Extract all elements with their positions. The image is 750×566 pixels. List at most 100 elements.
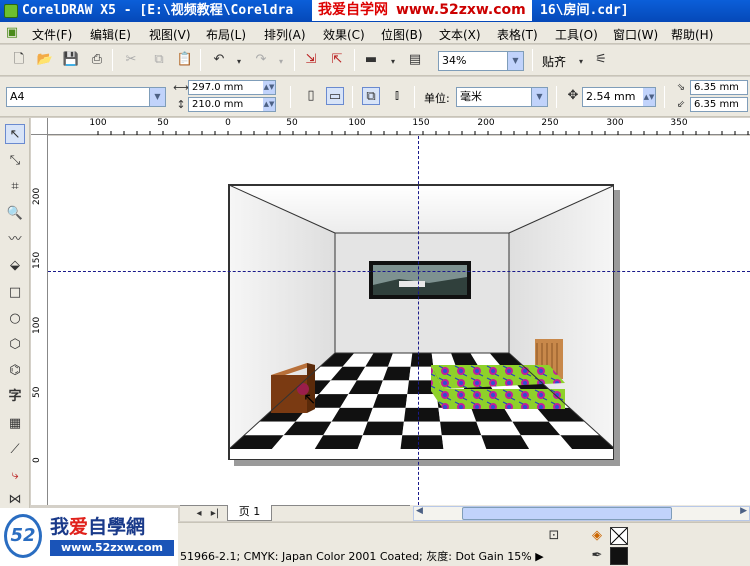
fill-swatch-none[interactable] bbox=[610, 527, 628, 545]
cut-icon[interactable]: ✂ bbox=[122, 51, 140, 69]
text-tool-icon[interactable]: 字 bbox=[5, 387, 25, 407]
menu-edit[interactable]: 编辑(E) bbox=[90, 26, 131, 43]
floor-tile bbox=[440, 421, 482, 436]
menu-table[interactable]: 表格(T) bbox=[497, 26, 538, 43]
horizontal-guideline[interactable] bbox=[48, 271, 750, 272]
tab-page-1[interactable]: 页 1 bbox=[227, 505, 272, 521]
undo-dropdown-icon[interactable]: ▾ bbox=[230, 53, 248, 71]
duplicate-x-value: 6.35 mm bbox=[694, 82, 739, 93]
expand-arrow-icon[interactable]: ▶ bbox=[535, 550, 543, 563]
color-profile-status[interactable]: 51966-2.1; CMYK: Japan Color 2001 Coated… bbox=[180, 548, 544, 564]
landscape-icon[interactable]: ▭ bbox=[326, 87, 344, 105]
menu-effects[interactable]: 效果(C) bbox=[323, 26, 365, 43]
print-icon[interactable]: ⎙ bbox=[88, 51, 106, 69]
units-value: 毫米 bbox=[460, 90, 482, 103]
options-icon[interactable]: ⚟ bbox=[592, 51, 610, 69]
page-size-combo[interactable]: A4 ▼ bbox=[6, 87, 166, 107]
menu-tools[interactable]: 工具(O) bbox=[555, 26, 598, 43]
import-icon[interactable]: ⇲ bbox=[302, 51, 320, 69]
menu-layout[interactable]: 布局(L) bbox=[206, 26, 246, 43]
spinner-icon[interactable]: ▲▼ bbox=[263, 81, 275, 94]
redo-dropdown-icon[interactable]: ▾ bbox=[272, 53, 290, 71]
zoom-tool-icon[interactable]: 🔍 bbox=[5, 204, 25, 224]
scroll-left-icon[interactable]: ◀ bbox=[416, 506, 423, 516]
drawing-canvas[interactable]: ↖ bbox=[48, 136, 750, 505]
ruler-tick: 0 bbox=[32, 457, 42, 463]
menu-file[interactable]: 文件(F) bbox=[32, 26, 72, 43]
redo-icon[interactable]: ↷ bbox=[252, 51, 270, 69]
room-illustration[interactable] bbox=[229, 185, 614, 460]
horizontal-scroll-thumb[interactable] bbox=[462, 507, 672, 520]
coreldraw-app-icon[interactable] bbox=[4, 4, 18, 18]
floor-tile bbox=[314, 435, 363, 449]
welcome-screen-icon[interactable]: ▤ bbox=[406, 51, 424, 69]
save-icon[interactable]: 💾 bbox=[62, 51, 80, 69]
launcher-dropdown-icon[interactable]: ▾ bbox=[384, 53, 402, 71]
menu-text[interactable]: 文本(X) bbox=[439, 26, 481, 43]
ruler-origin[interactable] bbox=[31, 118, 48, 135]
ruler-tick: 150 bbox=[32, 251, 42, 269]
chevron-down-icon[interactable]: ▼ bbox=[149, 88, 165, 106]
polygon-tool-icon[interactable]: ⬡ bbox=[5, 335, 25, 355]
zoom-level-value: 34% bbox=[442, 54, 467, 67]
portrait-icon[interactable]: ▯ bbox=[302, 87, 320, 105]
page-width-field[interactable]: 297.0 mm ▲▼ bbox=[188, 80, 276, 95]
smart-fill-tool-icon[interactable]: ⬙ bbox=[5, 256, 25, 276]
zoom-level-combo[interactable]: 34% ▼ bbox=[438, 51, 524, 71]
ellipse-tool-icon[interactable]: ○ bbox=[5, 309, 25, 329]
menu-help[interactable]: 帮助(H) bbox=[671, 26, 713, 43]
toolbar-separator bbox=[290, 86, 291, 108]
freehand-tool-icon[interactable]: 〰 bbox=[5, 230, 25, 250]
connector-tool-icon[interactable]: ⤷ bbox=[5, 466, 25, 486]
floor-tile bbox=[400, 435, 444, 449]
spinner-icon[interactable]: ▲▼ bbox=[643, 88, 655, 106]
dimension-tool-icon[interactable]: ⟋ bbox=[5, 440, 25, 460]
last-page-icon[interactable]: ▸| bbox=[206, 505, 224, 523]
toolbar-separator bbox=[112, 49, 113, 71]
banner-url: www.52zxw.com bbox=[396, 2, 526, 18]
copy-icon[interactable]: ⧉ bbox=[150, 51, 168, 69]
rectangle-tool-icon[interactable]: □ bbox=[5, 283, 25, 303]
current-page-icon[interactable]: ⫾ bbox=[388, 87, 406, 105]
open-icon[interactable]: 📂 bbox=[36, 51, 54, 69]
vertical-ruler[interactable]: 200 150 100 50 0 bbox=[31, 135, 48, 505]
export-icon[interactable]: ⇱ bbox=[328, 51, 346, 69]
undo-icon[interactable]: ↶ bbox=[210, 51, 228, 69]
crop-tool-icon[interactable]: ⌗ bbox=[5, 177, 25, 197]
drawing-page[interactable] bbox=[228, 184, 614, 460]
floor-tile bbox=[367, 407, 406, 422]
units-combo[interactable]: 毫米 ▼ bbox=[456, 87, 548, 107]
page-height-field[interactable]: 210.0 mm ▲▼ bbox=[188, 97, 276, 112]
vertical-guideline[interactable] bbox=[418, 136, 419, 505]
paste-icon[interactable]: 📋 bbox=[176, 51, 194, 69]
window-title: CorelDRAW X5 - [E:\视频教程\Coreldra bbox=[22, 3, 294, 18]
chevron-down-icon[interactable]: ▼ bbox=[531, 88, 547, 106]
duplicate-x-field[interactable]: 6.35 mm bbox=[690, 80, 748, 95]
all-pages-icon[interactable]: ⧉ bbox=[362, 87, 380, 105]
snap-dropdown-icon[interactable]: ▾ bbox=[572, 53, 590, 71]
shape-tool-icon[interactable]: ⤡ bbox=[5, 151, 25, 171]
pick-tool-icon[interactable]: ↖ bbox=[5, 124, 25, 144]
duplicate-y-field[interactable]: 6.35 mm bbox=[690, 97, 748, 112]
menu-arrange[interactable]: 排列(A) bbox=[264, 26, 306, 43]
scroll-right-icon[interactable]: ▶ bbox=[740, 506, 747, 516]
chevron-down-icon[interactable]: ▼ bbox=[507, 52, 523, 70]
basic-shapes-tool-icon[interactable]: ⌬ bbox=[5, 361, 25, 381]
table-tool-icon[interactable]: ▦ bbox=[5, 414, 25, 434]
spinner-icon[interactable]: ▲▼ bbox=[263, 98, 275, 111]
horizontal-ruler[interactable]: 100 50 0 50 100 150 200 250 300 350 bbox=[48, 118, 750, 135]
menu-window[interactable]: 窗口(W) bbox=[613, 26, 658, 43]
snap-to-label[interactable]: 贴齐 bbox=[542, 53, 566, 70]
toolbar-separator bbox=[414, 86, 415, 108]
color-proof-icon[interactable]: ⊡ bbox=[545, 527, 563, 545]
duplicate-y-value: 6.35 mm bbox=[694, 99, 739, 110]
outline-swatch-black[interactable] bbox=[610, 547, 628, 565]
document-icon[interactable]: ▣ bbox=[3, 24, 21, 42]
duplicate-y-icon: ⇙ bbox=[676, 99, 686, 110]
app-launcher-icon[interactable]: ▬ bbox=[362, 51, 380, 69]
nudge-distance-field[interactable]: 2.54 mm ▲▼ bbox=[582, 87, 656, 107]
menu-view[interactable]: 视图(V) bbox=[149, 26, 191, 43]
new-icon[interactable]: 🗋 bbox=[10, 51, 28, 69]
blend-tool-icon[interactable]: ⋈ bbox=[5, 490, 25, 510]
menu-bitmaps[interactable]: 位图(B) bbox=[381, 26, 423, 43]
